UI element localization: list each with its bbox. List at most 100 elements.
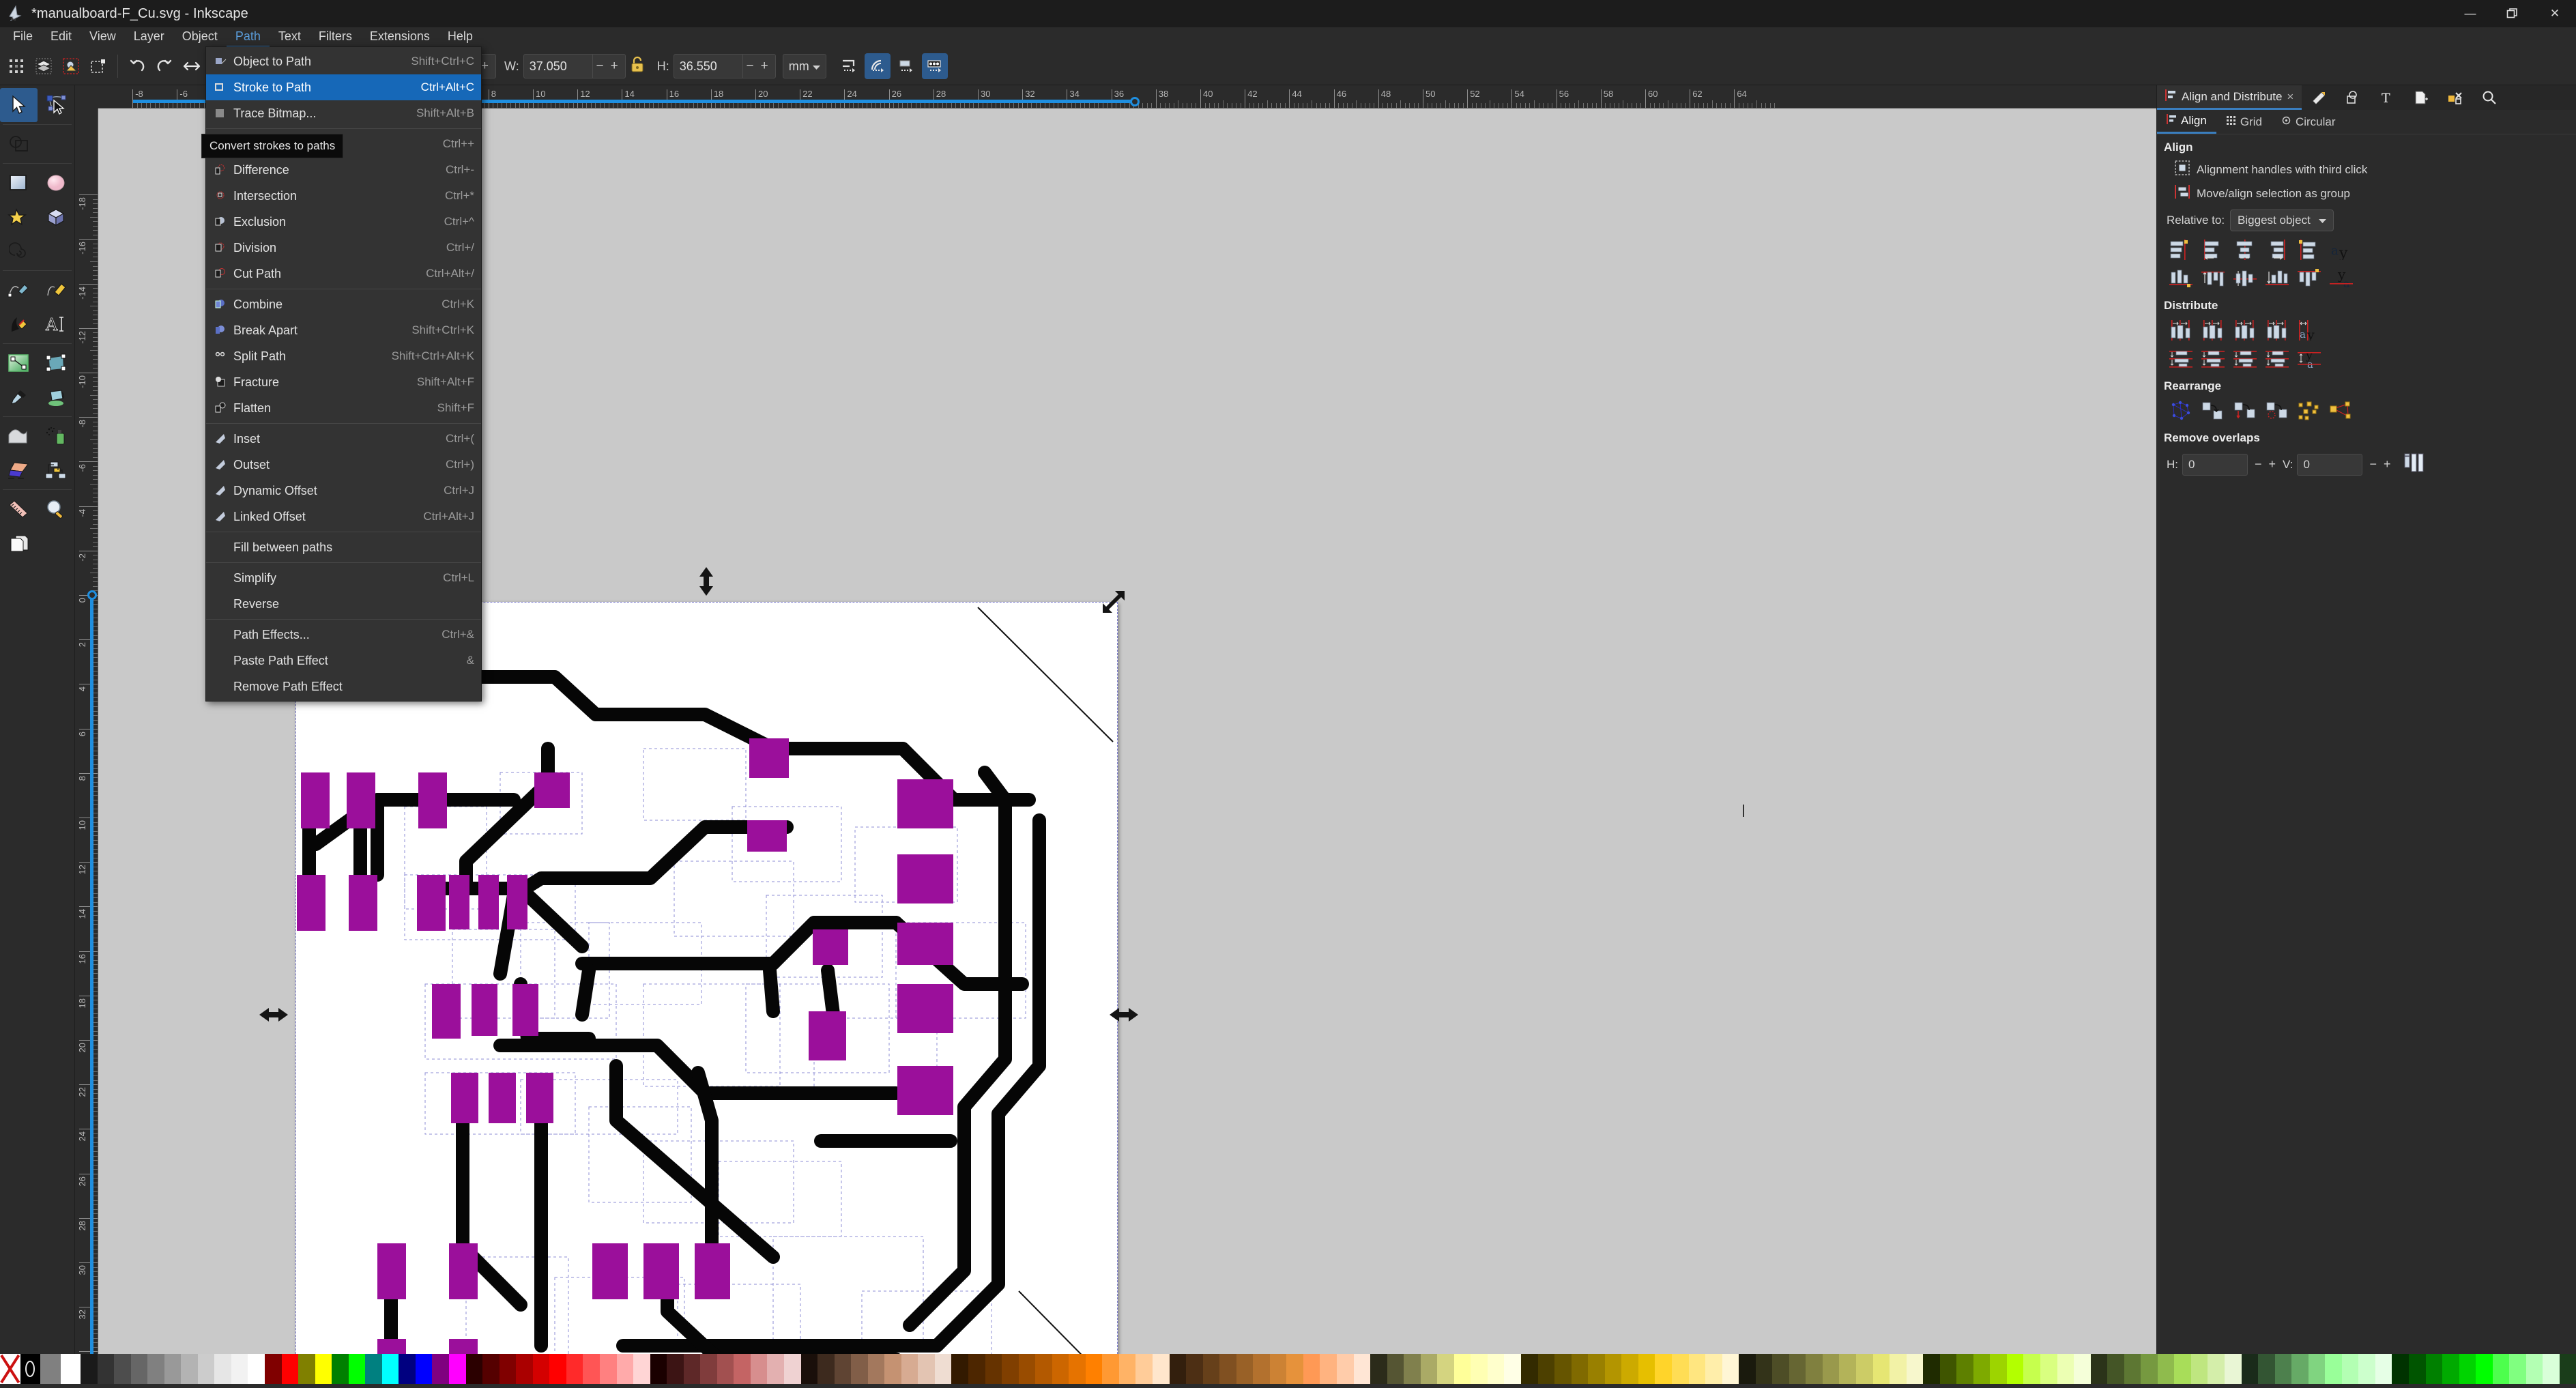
distribute-horizontal-gaps[interactable] xyxy=(2263,318,2291,343)
palette-swatch[interactable] xyxy=(1437,1354,1454,1384)
menu-item-object-to-path[interactable]: Object to Path Shift+Ctrl+C xyxy=(206,48,481,74)
palette-swatch[interactable] xyxy=(583,1354,600,1384)
palette-swatch[interactable] xyxy=(197,1354,215,1384)
overlap-h-minus[interactable]: − xyxy=(2252,457,2265,472)
distribute-vertical-gaps[interactable] xyxy=(2263,347,2291,371)
palette-swatch[interactable] xyxy=(1202,1354,1220,1384)
alignment-handles-option[interactable]: Alignment handles with third click xyxy=(2157,158,2576,182)
palette-swatch[interactable] xyxy=(2141,1354,2158,1384)
palette-swatch[interactable] xyxy=(1822,1354,1840,1384)
palette-swatch[interactable] xyxy=(817,1354,835,1384)
palette-swatch[interactable] xyxy=(767,1354,784,1384)
subtab-grid[interactable]: Grid xyxy=(2216,110,2272,134)
rectangle-tool[interactable] xyxy=(0,166,38,200)
palette-swatch[interactable] xyxy=(516,1354,533,1384)
star-tool[interactable] xyxy=(0,200,38,234)
palette-swatch[interactable] xyxy=(2341,1354,2359,1384)
palette-swatch[interactable] xyxy=(1772,1354,1789,1384)
h-minus[interactable]: − xyxy=(743,59,756,74)
exchange-positions-selection-order[interactable] xyxy=(2167,399,2195,423)
spray-tool[interactable] xyxy=(38,419,75,453)
randomize-positions[interactable] xyxy=(2263,399,2291,423)
menu-item-intersection[interactable]: Intersection Ctrl+* xyxy=(206,183,481,209)
palette-swatch[interactable] xyxy=(2274,1354,2292,1384)
align-left-edges[interactable] xyxy=(2199,237,2227,262)
palette-swatch[interactable] xyxy=(2308,1354,2326,1384)
palette-swatch[interactable] xyxy=(1102,1354,1119,1384)
palette-swatch[interactable] xyxy=(2409,1354,2426,1384)
palette-swatch[interactable] xyxy=(2442,1354,2459,1384)
palette-swatch[interactable] xyxy=(834,1354,852,1384)
align-bottom-edge-to-top-anchor[interactable] xyxy=(2167,266,2195,291)
menu-view[interactable]: View xyxy=(81,27,125,48)
close-button[interactable]: ✕ xyxy=(2534,0,2576,27)
layers-icon[interactable] xyxy=(30,53,57,80)
menu-item-difference[interactable]: Difference Ctrl+- xyxy=(206,157,481,183)
palette-swatch[interactable] xyxy=(1135,1354,1153,1384)
w-stepper[interactable]: − + xyxy=(592,55,624,78)
palette-swatch[interactable] xyxy=(851,1354,868,1384)
palette-swatch[interactable] xyxy=(1554,1354,1572,1384)
mesh-gradient-tool[interactable] xyxy=(38,346,75,380)
selector-tool[interactable] xyxy=(0,88,38,122)
palette-swatch[interactable] xyxy=(2190,1354,2208,1384)
palette-swatch[interactable] xyxy=(2509,1354,2526,1384)
palette-swatch[interactable] xyxy=(1052,1354,1069,1384)
palette-swatch[interactable] xyxy=(683,1354,701,1384)
palette-swatch[interactable] xyxy=(332,1354,349,1384)
w-plus[interactable]: + xyxy=(608,59,621,74)
palette-swatch[interactable] xyxy=(1404,1354,1421,1384)
palette-swatch[interactable] xyxy=(381,1354,399,1384)
palette-swatch[interactable] xyxy=(97,1354,115,1384)
h-plus[interactable]: + xyxy=(758,59,771,74)
palette-swatch[interactable] xyxy=(214,1354,231,1384)
align-right-edges[interactable] xyxy=(2263,237,2291,262)
exchange-positions-clockwise[interactable] xyxy=(2231,399,2259,423)
palette-swatch[interactable] xyxy=(449,1354,466,1384)
palette-swatch[interactable] xyxy=(1153,1354,1170,1384)
palette-swatch[interactable] xyxy=(2375,1354,2392,1384)
palette-swatch[interactable] xyxy=(298,1354,315,1384)
menu-item-simplify[interactable]: Simplify Ctrl+L xyxy=(206,565,481,591)
palette-swatch[interactable] xyxy=(1655,1354,1672,1384)
fill-stroke-icon[interactable] xyxy=(57,53,85,80)
vertical-ruler[interactable]: -18 -16 -14 -12 -10 -8 -6 -4 -2 0 2 4 6 8 10 12 14 16 18 20… xyxy=(75,109,98,1354)
w-minus[interactable]: − xyxy=(593,59,606,74)
selection-handle-left[interactable] xyxy=(259,1006,288,1027)
menu-item-dynamic-offset[interactable]: Dynamic Offset Ctrl+J xyxy=(206,478,481,504)
palette-swatch[interactable] xyxy=(432,1354,450,1384)
palette-swatch[interactable] xyxy=(1755,1354,1773,1384)
palette-swatch[interactable] xyxy=(1671,1354,1689,1384)
palette-swatch[interactable] xyxy=(1370,1354,1387,1384)
distribute-horizontal-centers[interactable] xyxy=(2199,318,2227,343)
palette-swatch[interactable] xyxy=(1420,1354,1438,1384)
palette-swatch[interactable] xyxy=(1253,1354,1270,1384)
palette-swatch[interactable] xyxy=(81,1354,98,1384)
palette-swatch[interactable] xyxy=(2090,1354,2108,1384)
palette-swatch[interactable] xyxy=(1002,1354,1019,1384)
align-text-baseline-horizontal[interactable]: ya xyxy=(2327,266,2356,291)
menu-item-split-path[interactable]: Split Path Shift+Ctrl+Alt+K xyxy=(206,343,481,369)
menu-filters[interactable]: Filters xyxy=(310,27,361,48)
menu-path[interactable]: Path xyxy=(226,27,270,48)
palette-swatch[interactable] xyxy=(700,1354,717,1384)
palette-swatch[interactable] xyxy=(616,1354,634,1384)
palette-swatch[interactable] xyxy=(650,1354,667,1384)
h-stepper[interactable]: − + xyxy=(742,55,775,78)
palette-swatch[interactable] xyxy=(2559,1354,2576,1384)
palette-swatch[interactable] xyxy=(1604,1354,1622,1384)
palette-swatch[interactable] xyxy=(1035,1354,1052,1384)
palette-swatch[interactable] xyxy=(1890,1354,1907,1384)
lock-closed-icon[interactable] xyxy=(630,56,645,77)
distribute-top-edges[interactable] xyxy=(2167,347,2195,371)
tab-align-and-distribute[interactable]: Align and Distribute × xyxy=(2157,85,2302,110)
color-palette[interactable] xyxy=(81,1354,2576,1384)
unclump-objects[interactable] xyxy=(2295,399,2324,423)
ruler-handle-h[interactable] xyxy=(1129,97,1140,106)
menu-item-stroke-to-path[interactable]: Stroke to Path Ctrl+Alt+C xyxy=(206,74,481,100)
palette-swatch[interactable] xyxy=(2107,1354,2124,1384)
palette-swatch[interactable] xyxy=(2459,1354,2476,1384)
palette-swatch[interactable] xyxy=(783,1354,801,1384)
palette-swatch[interactable] xyxy=(348,1354,366,1384)
pen-tool[interactable] xyxy=(38,273,75,307)
